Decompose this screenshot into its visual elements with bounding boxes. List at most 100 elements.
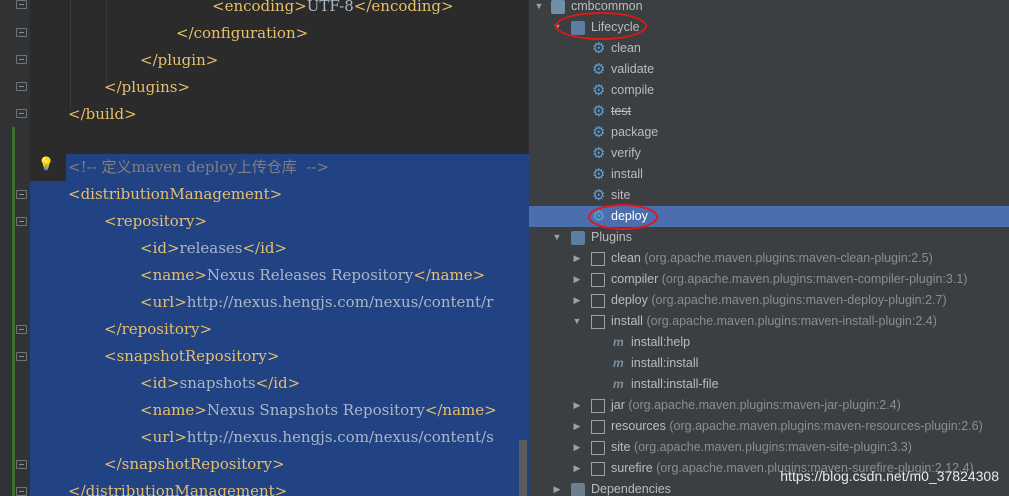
plugin-coordinates: (org.apache.maven.plugins:maven-site-plu… [633, 440, 912, 454]
plugin-name: clean [611, 251, 641, 265]
goal-install-help[interactable]: m install:help [529, 332, 1009, 353]
lifecycle-test[interactable]: ⚙ test [529, 101, 1009, 122]
gear-icon: ⚙ [592, 61, 606, 78]
code-line: </snapshotRepository> [104, 455, 285, 473]
code-line: <name>Nexus Snapshots Repository</name> [140, 401, 497, 419]
goal-install-install[interactable]: m install:install [529, 353, 1009, 374]
plugin-icon [591, 273, 605, 287]
lifecycle-validate[interactable]: ⚙ validate [529, 59, 1009, 80]
maven-project-icon [551, 0, 565, 14]
expand-arrow-icon[interactable]: ▶ [571, 458, 583, 479]
maven-goal-icon: m [613, 356, 624, 370]
fold-marker[interactable] [16, 109, 27, 118]
fold-marker[interactable] [16, 190, 27, 199]
fold-marker[interactable] [16, 325, 27, 334]
plugin-name: site [611, 440, 631, 454]
code-line: <distributionManagement> [68, 185, 283, 203]
plugin-coordinates: (org.apache.maven.plugins:maven-compiler… [661, 272, 968, 286]
expand-arrow-icon[interactable]: ▶ [571, 248, 583, 269]
code-line: </plugin> [140, 51, 219, 69]
code-line: <id>snapshots</id> [140, 374, 301, 392]
folder-plugin-icon [571, 231, 585, 245]
plugin-coordinates: (org.apache.maven.plugins:maven-resource… [669, 419, 983, 433]
plugin-resources[interactable]: ▶ resources (org.apache.maven.plugins:ma… [529, 416, 1009, 437]
maven-goal-icon: m [613, 377, 624, 391]
code-line: </repository> [104, 320, 213, 338]
plugin-icon [591, 252, 605, 266]
goal-install-install-file[interactable]: m install:install-file [529, 374, 1009, 395]
code-line: <url>http://nexus.hengjs.com/nexus/conte… [140, 428, 494, 446]
lightbulb-icon[interactable]: 💡 [38, 156, 54, 171]
code-line: <encoding>UTF-8</encoding> [212, 0, 454, 15]
lifecycle-clean[interactable]: ⚙ clean [529, 38, 1009, 59]
lifecycle-label-skipped: test [611, 104, 632, 118]
plugin-install[interactable]: ▼ install (org.apache.maven.plugins:mave… [529, 311, 1009, 332]
plugin-coordinates: (org.apache.maven.plugins:maven-jar-plug… [628, 398, 901, 412]
expand-arrow-icon[interactable]: ▶ [571, 269, 583, 290]
gear-icon: ⚙ [592, 124, 606, 141]
lifecycle-compile[interactable]: ⚙ compile [529, 80, 1009, 101]
plugin-name: compiler [611, 272, 659, 286]
plugin-compiler[interactable]: ▶ compiler (org.apache.maven.plugins:mav… [529, 269, 1009, 290]
expand-arrow-icon[interactable]: ▼ [551, 227, 563, 248]
expand-arrow-icon[interactable]: ▼ [571, 311, 583, 332]
goal-label: install:help [631, 335, 691, 349]
code-comment: <!-- 定义maven deploy上传仓库 --> [68, 158, 330, 176]
expand-arrow-icon[interactable]: ▶ [571, 416, 583, 437]
tree-plugins[interactable]: ▼ Plugins [529, 227, 1009, 248]
watermark: https://blog.csdn.net/m0_37824308 [780, 468, 999, 484]
plugin-site[interactable]: ▶ site (org.apache.maven.plugins:maven-s… [529, 437, 1009, 458]
expand-arrow-icon[interactable]: ▶ [571, 437, 583, 458]
expand-arrow-icon[interactable]: ▶ [551, 479, 563, 496]
code-editor[interactable]: 💡 <encoding>UTF-8</encoding> </configura… [0, 0, 529, 496]
code-line: <url>http://nexus.hengjs.com/nexus/conte… [140, 293, 494, 311]
code-line: </build> [68, 105, 137, 123]
fold-marker[interactable] [16, 217, 27, 226]
lifecycle-package[interactable]: ⚙ package [529, 122, 1009, 143]
expand-arrow-icon[interactable]: ▼ [533, 0, 545, 17]
gear-icon: ⚙ [592, 166, 606, 183]
gear-icon: ⚙ [592, 82, 606, 99]
highlight-ring [588, 204, 658, 230]
plugin-deploy[interactable]: ▶ deploy (org.apache.maven.plugins:maven… [529, 290, 1009, 311]
code-line: <id>releases</id> [140, 239, 288, 257]
code-line: <name>Nexus Releases Repository</name> [140, 266, 486, 284]
plugin-name: resources [611, 419, 666, 433]
fold-marker[interactable] [16, 0, 27, 9]
fold-marker[interactable] [16, 55, 27, 64]
maven-goal-icon: m [613, 335, 624, 349]
plugin-icon [591, 420, 605, 434]
fold-marker[interactable] [16, 82, 27, 91]
plugin-icon [591, 462, 605, 476]
goal-label: install:install [631, 356, 699, 370]
lifecycle-verify[interactable]: ⚙ verify [529, 143, 1009, 164]
plugin-jar[interactable]: ▶ jar (org.apache.maven.plugins:maven-ja… [529, 395, 1009, 416]
lifecycle-site[interactable]: ⚙ site [529, 185, 1009, 206]
fold-marker[interactable] [16, 28, 27, 37]
expand-arrow-icon[interactable]: ▶ [571, 395, 583, 416]
gear-icon: ⚙ [592, 103, 606, 120]
gear-icon: ⚙ [592, 145, 606, 162]
vcs-change-marker [12, 127, 15, 496]
lifecycle-install[interactable]: ⚙ install [529, 164, 1009, 185]
code-line: </configuration> [176, 24, 309, 42]
maven-projects-panel[interactable]: ▼ cmbcommon ▼ Lifecycle ⚙ clean ⚙ valida… [529, 0, 1009, 496]
highlight-ring [555, 12, 647, 40]
goal-label: install:install-file [631, 377, 719, 391]
fold-marker[interactable] [16, 352, 27, 361]
lifecycle-label: install [611, 167, 643, 181]
fold-marker[interactable] [16, 487, 27, 496]
plugin-coordinates: (org.apache.maven.plugins:maven-deploy-p… [651, 293, 947, 307]
plugin-icon [591, 294, 605, 308]
editor-scrollbar[interactable] [519, 440, 527, 496]
expand-arrow-icon[interactable]: ▶ [571, 290, 583, 311]
fold-marker[interactable] [16, 460, 27, 469]
plugin-icon [591, 315, 605, 329]
lifecycle-label: package [611, 125, 659, 139]
lifecycle-label: validate [611, 62, 655, 76]
plugin-clean[interactable]: ▶ clean (org.apache.maven.plugins:maven-… [529, 248, 1009, 269]
code-line: <snapshotRepository> [104, 347, 280, 365]
plugin-name: install [611, 314, 643, 328]
plugin-name: surefire [611, 461, 653, 475]
indent-guide [70, 0, 71, 110]
